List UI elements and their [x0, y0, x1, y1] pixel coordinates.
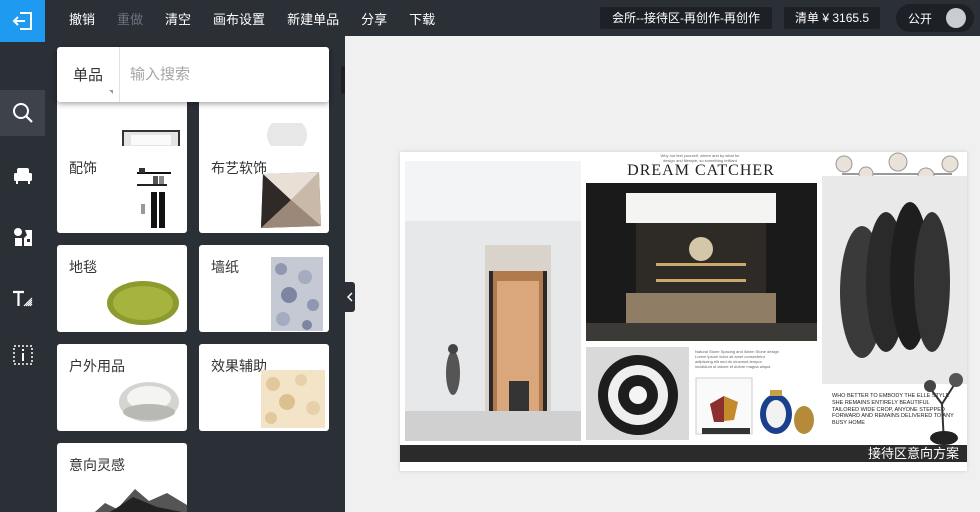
collapse-panel-button[interactable] — [345, 282, 355, 312]
top-toolbar: 撤销 重做 清空 画布设置 新建单品 分享 下载 会所--接待区-再创作-再创作… — [0, 0, 980, 36]
accessories-image — [137, 168, 171, 228]
card-label: 地毯 — [69, 259, 97, 275]
search-type-select[interactable]: 单品 — [57, 47, 120, 102]
category-card-rug[interactable]: 地毯 — [57, 245, 187, 332]
spiral-stair-image[interactable] — [586, 347, 689, 440]
lobby-image[interactable] — [586, 183, 817, 341]
category-card-inspiration[interactable]: 意向灵感 — [57, 443, 187, 512]
category-card-wallpaper[interactable]: 墙纸 — [199, 245, 329, 332]
new-item-button[interactable]: 新建单品 — [287, 9, 339, 28]
toggle-knob[interactable] — [946, 8, 966, 28]
effects-image — [261, 370, 325, 428]
category-panel: 单品 配饰 布艺软饰 — [45, 36, 345, 512]
price-list-button[interactable]: 清单 ¥ 3165.5 — [784, 7, 881, 29]
sidebar-item-material[interactable] — [0, 214, 45, 260]
caret-down-icon — [109, 90, 113, 94]
corridor-image[interactable] — [405, 161, 581, 441]
chevron-left-icon — [347, 292, 353, 302]
tool-sidebar — [0, 42, 45, 512]
moodboard-canvas[interactable]: Why not feel yourself, where and by what… — [400, 152, 967, 471]
clear-button[interactable]: 清空 — [165, 9, 191, 28]
category-card-effects[interactable]: 效果辅助 — [199, 344, 329, 431]
exit-button[interactable] — [0, 0, 45, 42]
vases-image[interactable] — [694, 374, 818, 440]
public-label: 公开 — [908, 11, 933, 26]
redo-button[interactable]: 重做 — [117, 9, 143, 28]
pillow-image — [261, 172, 321, 228]
outdoor-chair-image — [119, 382, 179, 422]
rug-image — [107, 281, 179, 325]
project-title[interactable]: 会所--接待区-再创作-再创作 — [600, 7, 772, 29]
category-card-accessories[interactable]: 配饰 — [57, 146, 187, 233]
undo-button[interactable]: 撤销 — [69, 9, 95, 28]
toolbar-menu: 撤销 重做 清空 画布设置 新建单品 分享 下载 — [58, 0, 446, 36]
sidebar-item-search[interactable] — [0, 90, 45, 136]
exit-icon — [12, 12, 32, 30]
sidebar-item-info[interactable] — [0, 332, 45, 378]
wallpaper-image — [271, 257, 323, 331]
share-button[interactable]: 分享 — [361, 9, 387, 28]
card-label: 墙纸 — [211, 259, 239, 275]
board-footer: 接待区意向方案 — [400, 445, 967, 462]
search-input[interactable] — [120, 47, 329, 102]
category-card-soft-furnishing[interactable]: 布艺软饰 — [199, 146, 329, 233]
material-icon — [13, 228, 32, 246]
panel-scrollbar[interactable] — [341, 66, 345, 94]
card-label: 效果辅助 — [211, 358, 267, 374]
card-label: 配饰 — [69, 160, 97, 176]
card-label: 户外用品 — [69, 358, 125, 374]
sofa-icon — [13, 168, 32, 184]
sidebar-item-furniture[interactable] — [0, 152, 45, 198]
board-title: DREAM CATCHER — [627, 162, 775, 179]
board-description: Natural Stone Spacing and Warm Stone des… — [695, 349, 779, 369]
download-button[interactable]: 下载 — [409, 9, 435, 28]
search-icon — [12, 103, 33, 123]
search-box: 单品 — [57, 47, 329, 102]
info-icon — [12, 345, 33, 365]
canvas-settings-button[interactable]: 画布设置 — [213, 9, 265, 28]
board-footer-title: 接待区意向方案 — [867, 446, 959, 461]
category-card-outdoor[interactable]: 户外用品 — [57, 344, 187, 431]
sidebar-item-text[interactable] — [0, 276, 45, 322]
inspiration-image — [94, 489, 187, 512]
bonsai-image[interactable] — [920, 364, 967, 446]
public-toggle[interactable]: 公开 — [896, 4, 974, 32]
card-label: 意向灵感 — [69, 457, 125, 473]
text-style-icon — [12, 290, 32, 307]
search-type-label: 单品 — [72, 67, 103, 84]
sculpture-image[interactable] — [822, 152, 967, 384]
